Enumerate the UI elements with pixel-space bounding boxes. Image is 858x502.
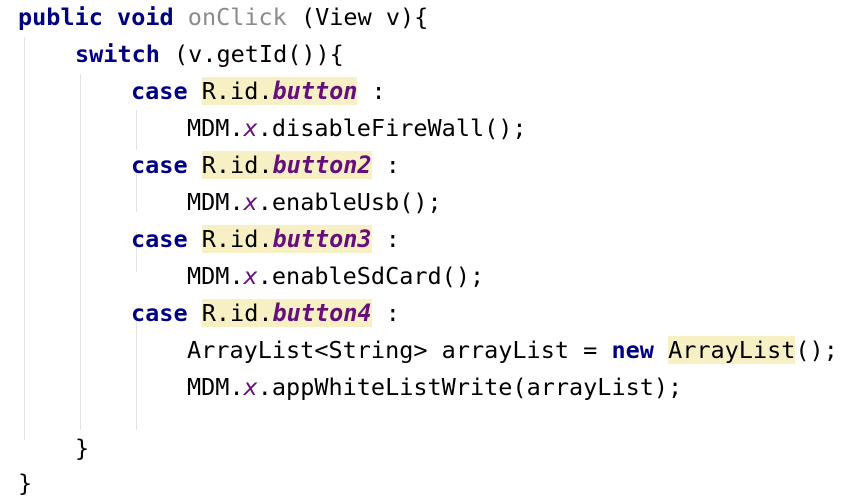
- r-class: R: [201, 299, 216, 327]
- code-line-switch[interactable]: switch (v.getId()){: [75, 37, 344, 71]
- code-editor[interactable]: public void onClick (View v){ switch (v.…: [0, 0, 858, 502]
- method-params: (View v){: [286, 3, 429, 31]
- r-class: R: [201, 77, 216, 105]
- keyword-public: public: [18, 3, 103, 31]
- case-label-highlight: R.id.button: [201, 77, 358, 105]
- indent-guide-level-2: [136, 320, 137, 430]
- arraylist-class-highlight: ArrayList: [668, 336, 796, 364]
- keyword-void: void: [117, 3, 174, 31]
- indent-guide-level-1: [80, 74, 81, 430]
- code-line-switch-close[interactable]: }: [75, 431, 89, 465]
- code-line-case-button3[interactable]: case R.id.button3 :: [131, 222, 400, 256]
- case-label-highlight: R.id.button2: [201, 151, 372, 179]
- case-label-highlight: R.id.button3: [201, 225, 372, 253]
- code-line-method-signature[interactable]: public void onClick (View v){: [18, 0, 428, 34]
- keyword-switch: switch: [75, 40, 160, 68]
- keyword-case: case: [131, 225, 188, 253]
- id-accessor: .id.: [215, 151, 273, 179]
- mdm-instance-x: x: [243, 262, 258, 290]
- code-line-disable-firewall[interactable]: MDM.x.disableFireWall();: [187, 111, 527, 145]
- switch-close-brace: }: [75, 434, 90, 462]
- keyword-new: new: [611, 336, 654, 364]
- button2-field: button2: [272, 151, 372, 179]
- case-label-highlight: R.id.button4: [201, 299, 372, 327]
- r-class: R: [201, 225, 216, 253]
- button-field: button: [272, 77, 358, 105]
- method-call: .disableFireWall();: [257, 114, 527, 142]
- code-line-case-button2[interactable]: case R.id.button2 :: [131, 148, 400, 182]
- case-colon: :: [371, 299, 400, 327]
- arraylist-declaration: ArrayList<String> arrayList =: [187, 336, 612, 364]
- case-colon: :: [371, 151, 400, 179]
- id-accessor: .id.: [215, 77, 273, 105]
- mdm-instance-x: x: [243, 188, 258, 216]
- case-colon: :: [357, 77, 386, 105]
- method-name: onClick: [187, 3, 287, 31]
- indent-guide-level-0: [24, 37, 25, 440]
- id-accessor: .id.: [215, 299, 273, 327]
- mdm-class: MDM.: [187, 114, 244, 142]
- indent-guide-level-2: [136, 110, 137, 150]
- code-line-app-whitelist-write[interactable]: MDM.x.appWhiteListWrite(arrayList);: [187, 370, 682, 404]
- keyword-case: case: [131, 151, 188, 179]
- mdm-class: MDM.: [187, 373, 244, 401]
- code-line-arraylist-decl[interactable]: ArrayList<String> arrayList = new ArrayL…: [187, 333, 838, 367]
- code-line-enable-usb[interactable]: MDM.x.enableUsb();: [187, 185, 442, 219]
- method-call: .enableUsb();: [257, 188, 442, 216]
- method-call: .enableSdCard();: [257, 262, 485, 290]
- method-call: .appWhiteListWrite(arrayList);: [257, 373, 683, 401]
- keyword-case: case: [131, 299, 188, 327]
- keyword-case: case: [131, 77, 188, 105]
- mdm-instance-x: x: [243, 114, 258, 142]
- id-accessor: .id.: [215, 225, 273, 253]
- code-line-case-button[interactable]: case R.id.button :: [131, 74, 386, 108]
- r-class: R: [201, 151, 216, 179]
- mdm-class: MDM.: [187, 262, 244, 290]
- mdm-class: MDM.: [187, 188, 244, 216]
- constructor-parens: ();: [795, 336, 838, 364]
- code-line-enable-sdcard[interactable]: MDM.x.enableSdCard();: [187, 259, 484, 293]
- case-colon: :: [371, 225, 400, 253]
- button4-field: button4: [272, 299, 372, 327]
- code-line-method-close[interactable]: }: [18, 466, 32, 500]
- code-line-case-button4[interactable]: case R.id.button4 :: [131, 296, 400, 330]
- button3-field: button3: [272, 225, 372, 253]
- method-close-brace: }: [18, 469, 33, 497]
- switch-expression: (v.getId()){: [159, 40, 344, 68]
- mdm-instance-x: x: [243, 373, 258, 401]
